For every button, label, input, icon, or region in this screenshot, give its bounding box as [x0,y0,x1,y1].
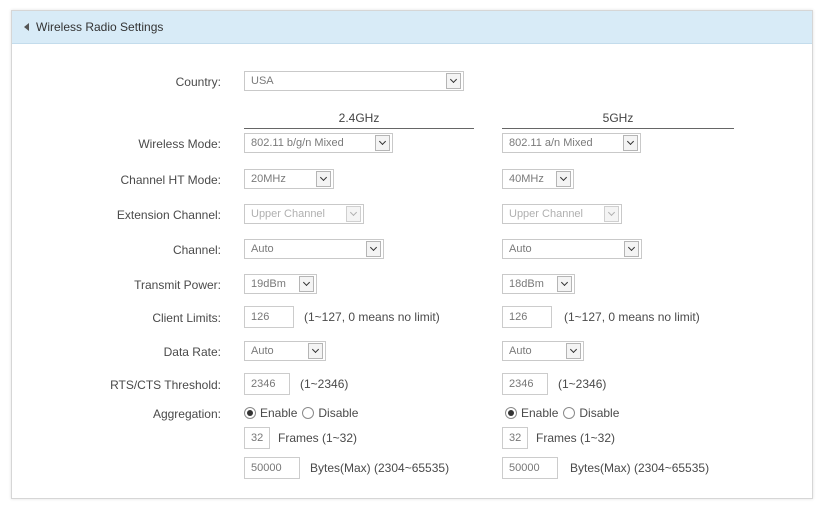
wireless-mode-select-5ghz[interactable]: 802.11 a/n Mixed [502,133,641,153]
chevron-down-icon [346,206,361,222]
wireless-radio-settings-panel: Wireless Radio Settings Country: USA 2.4… [11,10,813,499]
chevron-down-icon [604,206,619,222]
column-divider-5ghz [502,128,734,129]
panel-title: Wireless Radio Settings [36,20,164,34]
channel-select-5ghz[interactable]: Auto [502,239,642,259]
transmit-power-select-5ghz[interactable]: 18dBm [502,274,575,294]
panel-header[interactable]: Wireless Radio Settings [12,11,812,44]
column-header-2-4ghz: 2.4GHz [338,111,380,125]
chevron-down-icon[interactable] [375,135,390,151]
transmit-power-label: Transmit Power: [134,278,221,292]
channel-select-2-4ghz[interactable]: Auto [244,239,384,259]
transmit-power-value-2-4ghz: 19dBm [251,278,286,290]
collapse-triangle-icon[interactable] [24,23,29,31]
aggregation-disable-radio-5ghz[interactable] [563,407,576,419]
frames-input-5ghz[interactable]: 32 [502,427,528,449]
aggregation-radio-group-2-4ghz: Enable Disable [244,406,363,420]
chevron-down-icon[interactable] [446,73,461,89]
rts-cts-threshold-label: RTS/CTS Threshold: [110,378,221,392]
country-label: Country: [175,75,221,89]
country-value: USA [251,75,274,87]
frames-hint-5ghz: Frames (1~32) [536,431,616,445]
channel-value-2-4ghz: Auto [251,243,274,255]
frames-hint-2-4ghz: Frames (1~32) [278,431,358,445]
data-rate-label: Data Rate: [163,345,221,359]
extension-channel-value-2-4ghz: Upper Channel [251,208,325,220]
data-rate-value-2-4ghz: Auto [251,345,274,357]
bytes-input-5ghz[interactable]: 50000 [502,457,558,479]
rts-cts-input-5ghz[interactable]: 2346 [502,373,548,395]
chevron-down-icon[interactable] [623,135,638,151]
aggregation-disable-radio-2-4ghz[interactable] [302,407,315,419]
aggregation-enable-radio-5ghz[interactable] [505,407,517,419]
chevron-down-icon[interactable] [366,241,381,257]
frames-input-2-4ghz[interactable]: 32 [244,427,270,449]
extension-channel-label: Extension Channel: [116,208,221,222]
bytes-hint-2-4ghz: Bytes(Max) (2304~65535) [310,461,450,475]
aggregation-disable-label-5ghz: Disable [579,406,620,420]
channel-ht-mode-value-2-4ghz: 20MHz [251,173,286,185]
wireless-mode-label: Wireless Mode: [138,137,221,151]
channel-label: Channel: [172,243,221,257]
client-limits-hint-5ghz: (1~127, 0 means no limit) [564,310,700,324]
aggregation-disable-label-2-4ghz: Disable [318,406,359,420]
aggregation-radio-group-5ghz: Enable Disable [505,406,624,420]
data-rate-value-5ghz: Auto [509,345,532,357]
wireless-mode-select-2-4ghz[interactable]: 802.11 b/g/n Mixed [244,133,393,153]
extension-channel-select-5ghz: Upper Channel [502,204,622,224]
client-limits-hint-2-4ghz: (1~127, 0 means no limit) [304,310,440,324]
chevron-down-icon[interactable] [566,343,581,359]
chevron-down-icon[interactable] [557,276,572,292]
bytes-hint-5ghz: Bytes(Max) (2304~65535) [570,461,710,475]
channel-value-5ghz: Auto [509,243,532,255]
transmit-power-select-2-4ghz[interactable]: 19dBm [244,274,317,294]
rts-cts-hint-2-4ghz: (1~2346) [300,377,349,391]
aggregation-enable-radio-2-4ghz[interactable] [244,407,256,419]
data-rate-select-5ghz[interactable]: Auto [502,341,584,361]
chevron-down-icon[interactable] [308,343,323,359]
bytes-input-2-4ghz[interactable]: 50000 [244,457,300,479]
extension-channel-value-5ghz: Upper Channel [509,208,583,220]
aggregation-enable-label-2-4ghz: Enable [260,406,298,420]
channel-ht-mode-value-5ghz: 40MHz [509,173,544,185]
extension-channel-select-2-4ghz: Upper Channel [244,204,364,224]
client-limits-input-2-4ghz[interactable]: 126 [244,306,294,328]
wireless-mode-value-2-4ghz: 802.11 b/g/n Mixed [251,137,344,149]
rts-cts-input-2-4ghz[interactable]: 2346 [244,373,290,395]
chevron-down-icon[interactable] [316,171,331,187]
channel-ht-mode-select-5ghz[interactable]: 40MHz [502,169,574,189]
aggregation-label: Aggregation: [152,407,221,421]
aggregation-enable-label-5ghz: Enable [521,406,559,420]
client-limits-input-5ghz[interactable]: 126 [502,306,552,328]
channel-ht-mode-select-2-4ghz[interactable]: 20MHz [244,169,334,189]
chevron-down-icon[interactable] [556,171,571,187]
wireless-mode-value-5ghz: 802.11 a/n Mixed [509,137,593,149]
chevron-down-icon[interactable] [299,276,314,292]
chevron-down-icon[interactable] [624,241,639,257]
column-divider-2-4ghz [244,128,474,129]
rts-cts-hint-5ghz: (1~2346) [558,377,607,391]
client-limits-label: Client Limits: [152,311,221,325]
data-rate-select-2-4ghz[interactable]: Auto [244,341,326,361]
column-header-5ghz: 5GHz [602,111,634,125]
transmit-power-value-5ghz: 18dBm [509,278,544,290]
country-select[interactable]: USA [244,71,464,91]
channel-ht-mode-label: Channel HT Mode: [120,173,222,187]
